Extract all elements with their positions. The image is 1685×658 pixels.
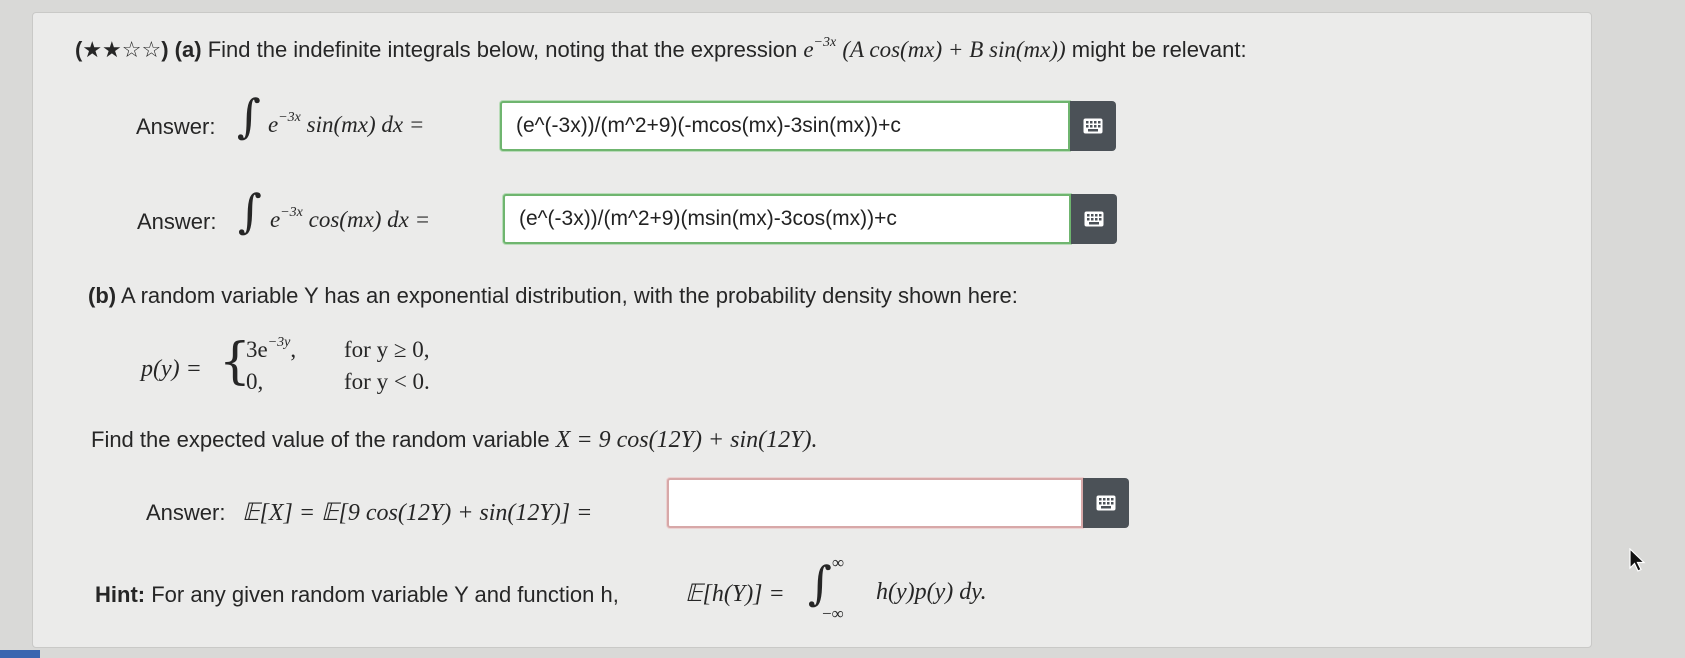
part-a-text-after: might be relevant: xyxy=(1071,37,1247,62)
pdf-case-1-value: 3e−3y, xyxy=(246,335,297,363)
answer-2-label: Answer: xyxy=(137,209,217,234)
part-b-label: (b) xyxy=(88,283,117,308)
part-b-text: A random variable Y has an exponential d… xyxy=(121,283,1018,308)
integrand-rest: cos(mx) dx = xyxy=(308,207,431,232)
pdf-case-2-value: 0, xyxy=(246,369,264,394)
difficulty-stars: (★★☆☆) xyxy=(75,37,169,62)
keyboard-icon xyxy=(1084,211,1104,227)
pdf-lhs: p(y) = xyxy=(141,356,202,382)
answer-1-integral: ∫ xyxy=(237,93,261,139)
bottom-edge-strip xyxy=(0,650,40,658)
answer-1-integrand: e−3x sin(mx) dx = xyxy=(268,110,425,138)
hint-label: Hint: xyxy=(95,582,146,607)
integral-sign: ∫ xyxy=(237,89,261,143)
answer-2-field-group: (e^(-3x))/(m^2+9)(msin(mx)-3cos(mx))+c xyxy=(503,194,1117,244)
case-1-exponent: −3y xyxy=(267,335,291,350)
expression-exponent: −3x xyxy=(813,35,837,50)
pdf-case-2-condition: for y < 0. xyxy=(344,369,430,394)
integral-sign: ∫ xyxy=(808,556,832,610)
answer-1-input[interactable]: (e^(-3x))/(m^2+9)(-mcos(mx)-3sin(mx))+c xyxy=(500,101,1070,151)
hint-integral: ∫ xyxy=(808,560,832,606)
hint-text-line: Hint: For any given random variable Y an… xyxy=(95,582,619,608)
find-expected-value: Find the expected value of the random va… xyxy=(91,427,817,454)
case-1-coeff: 3e xyxy=(246,337,268,362)
answer-3-label: Answer: xyxy=(146,500,226,525)
pdf-case-1-condition: for y ≥ 0, xyxy=(344,337,430,362)
expression-e: e xyxy=(803,37,814,62)
find-text: Find the expected value of the random va… xyxy=(91,427,550,452)
integrand-rest: sin(mx) dx = xyxy=(306,112,425,137)
mouse-cursor-icon xyxy=(1629,548,1646,572)
answer-3-field-group xyxy=(667,478,1129,528)
part-a-text: Find the indefinite integrals below, not… xyxy=(207,37,798,62)
answer-2-keypad-button[interactable] xyxy=(1071,194,1117,244)
answer-1-keypad-button[interactable] xyxy=(1070,101,1116,151)
keyboard-icon xyxy=(1083,118,1103,134)
answer-2-integrand: e−3x cos(mx) dx = xyxy=(270,205,431,233)
hint-expectation-lhs: 𝔼[h(Y)] = xyxy=(685,581,785,607)
hint-lower-limit: −∞ xyxy=(822,604,844,623)
keyboard-icon xyxy=(1096,495,1116,511)
find-expression: X = 9 cos(12Y) + sin(12Y). xyxy=(555,427,818,453)
answer-2-integral: ∫ xyxy=(238,188,262,234)
integrand-e: e xyxy=(270,207,281,232)
answer-1-field-group: (e^(-3x))/(m^2+9)(-mcos(mx)-3sin(mx))+c xyxy=(500,101,1116,151)
answer-3-keypad-button[interactable] xyxy=(1083,478,1129,528)
part-b-prompt: (b) A random variable Y has an exponenti… xyxy=(88,283,1018,309)
integrand-exponent: −3x xyxy=(280,205,303,220)
answer-2-input[interactable]: (e^(-3x))/(m^2+9)(msin(mx)-3cos(mx))+c xyxy=(503,194,1071,244)
hint-text: For any given random variable Y and func… xyxy=(151,582,619,607)
integral-sign: ∫ xyxy=(238,184,262,238)
hint-integrand: h(y)p(y) dy. xyxy=(876,579,987,605)
answer-1-label: Answer: xyxy=(136,114,216,139)
answer-3-expression: 𝔼[X] = 𝔼[9 cos(12Y) + sin(12Y)] = xyxy=(242,500,593,526)
answer-3-input[interactable] xyxy=(667,478,1083,528)
expression-rest: (A cos(mx) + B sin(mx)) xyxy=(842,37,1066,62)
integrand-exponent: −3x xyxy=(278,110,301,125)
part-a-prompt: (★★☆☆) (a) Find the indefinite integrals… xyxy=(75,35,1247,63)
part-a-label: (a) xyxy=(174,37,202,62)
integrand-e: e xyxy=(268,112,279,137)
hint-upper-limit: ∞ xyxy=(832,553,845,572)
